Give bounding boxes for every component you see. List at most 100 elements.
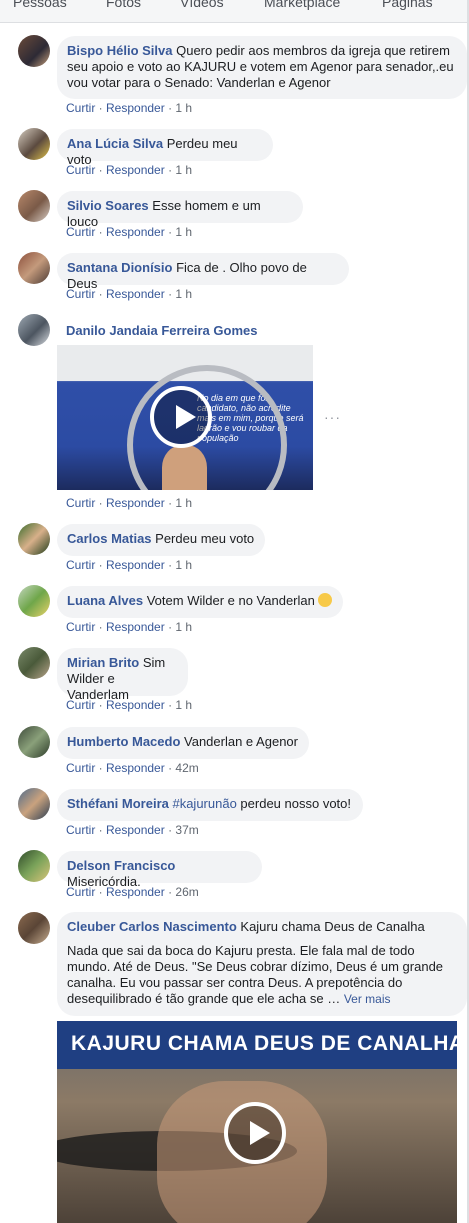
comment-bubble: Delson Francisco Misericórdia. [57,851,262,889]
separator: · [95,558,107,572]
comment-text: Quero pedir aos membros da igreja que re… [172,43,450,58]
like-link[interactable]: Curtir [66,620,95,634]
play-icon[interactable] [224,1102,286,1164]
comment-time[interactable]: 42m [175,761,198,775]
avatar[interactable] [18,128,50,160]
comment-author[interactable]: Luana Alves [67,593,143,608]
separator: · [164,620,176,634]
avatar[interactable] [18,726,50,758]
separator: · [95,496,107,510]
comment-bubble: Luana Alves Votem Wilder e no Vanderlan [57,586,343,618]
like-link[interactable]: Curtir [66,225,95,239]
avatar[interactable] [18,647,50,679]
reply-link[interactable]: Responder [106,761,165,775]
avatar[interactable] [18,788,50,820]
like-link[interactable]: Curtir [66,761,95,775]
like-link[interactable]: Curtir [66,287,95,301]
comment-author[interactable]: Delson Francisco [67,858,175,873]
avatar[interactable] [18,912,50,944]
comment-text: mundo. Até de Deus. "Se Deus cobrar dízi… [67,959,444,974]
avatar[interactable] [18,585,50,617]
see-more-link[interactable]: Ver mais [344,992,391,1006]
avatar[interactable] [18,850,50,882]
reply-link[interactable]: Responder [106,698,165,712]
comment-time[interactable]: 1 h [175,101,192,115]
reply-link[interactable]: Responder [106,101,165,115]
hashtag-link[interactable]: #kajurunão [169,796,236,811]
avatar[interactable] [18,252,50,284]
separator: · [95,885,107,899]
comment-text: Votem Wilder e no Vanderlan [143,593,319,608]
reply-link[interactable]: Responder [106,287,165,301]
more-options-icon[interactable]: ··· [324,409,341,425]
comment-text: Vanderlan e Agenor [180,734,298,749]
like-link[interactable]: Curtir [66,698,95,712]
reply-link[interactable]: Responder [106,163,165,177]
comment-bubble: Cleuber Carlos Nascimento Kajuru chama D… [57,912,467,1016]
reply-link[interactable]: Responder [106,823,165,837]
separator: · [164,496,176,510]
tab-paginas[interactable]: Páginas [382,0,433,10]
tab-videos[interactable]: Vídeos [180,0,224,10]
comment-text: desequilibrado é tão grande que ele acha… [67,991,344,1006]
play-icon[interactable] [150,386,212,448]
comment-author[interactable]: Ana Lúcia Silva [67,136,163,151]
tab-marketplace[interactable]: Marketplace [264,0,340,10]
comment-bubble: Bispo Hélio Silva Quero pedir aos membro… [57,36,467,99]
comment-text: vou votar para o Senado: Vanderlan e Age… [67,75,331,90]
reply-link[interactable]: Responder [106,558,165,572]
comment-author[interactable]: Silvio Soares [67,198,149,213]
comment-text: Sim [139,655,166,670]
reply-link[interactable]: Responder [106,496,165,510]
video-thumbnail[interactable]: KAJURU CHAMA DEUS DE CANALHA [57,1021,457,1223]
reply-link[interactable]: Responder [106,225,165,239]
separator: · [95,620,107,634]
like-link[interactable]: Curtir [66,163,95,177]
separator: · [95,698,107,712]
comment-author[interactable]: Carlos Matias [67,531,152,546]
comment-bubble: Carlos Matias Perdeu meu voto [57,524,265,556]
comment-author[interactable]: Humberto Macedo [67,734,180,749]
comment-text: Kajuru chama Deus de Canalha [236,919,425,934]
smile-emoji-icon [318,593,333,607]
comment-author[interactable]: Santana Dionísio [67,260,172,275]
avatar[interactable] [18,314,50,346]
comment-time[interactable]: 1 h [175,698,192,712]
separator: · [164,163,176,177]
comment-author[interactable]: Bispo Hélio Silva [67,43,172,58]
like-link[interactable]: Curtir [66,823,95,837]
like-link[interactable]: Curtir [66,558,95,572]
comment-author[interactable]: Danilo Jandaia Ferreira Gomes [66,323,257,338]
like-link[interactable]: Curtir [66,496,95,510]
avatar[interactable] [18,523,50,555]
like-link[interactable]: Curtir [66,885,95,899]
comment-time[interactable]: 1 h [175,163,192,177]
comment-time[interactable]: 1 h [175,225,192,239]
search-filter-tabs: Pessoas Fotos Vídeos Marketplace Páginas [0,0,469,23]
like-link[interactable]: Curtir [66,101,95,115]
comment-time[interactable]: 1 h [175,558,192,572]
comment-time[interactable]: 26m [175,885,198,899]
comment-actions: Curtir · Responder · 1 h [66,620,192,634]
comment-actions: Curtir · Responder · 26m [66,885,199,899]
comment-author[interactable]: Sthéfani Moreira [67,796,169,811]
separator: · [164,558,176,572]
comment-bubble: Sthéfani Moreira #kajurunão perdeu nosso… [57,789,363,821]
video-thumbnail[interactable]: No dia em que for candidato, não acredit… [57,345,313,490]
reply-link[interactable]: Responder [106,885,165,899]
comment-actions: Curtir · Responder · 1 h [66,163,192,177]
comment-author[interactable]: Cleuber Carlos Nascimento [67,919,237,934]
comment-text: Nada que sai da boca do Kajuru presta. E… [67,943,415,958]
reply-link[interactable]: Responder [106,620,165,634]
separator: · [164,287,176,301]
avatar[interactable] [18,190,50,222]
comment-time[interactable]: 37m [175,823,198,837]
comment-time[interactable]: 1 h [175,496,192,510]
tab-pessoas[interactable]: Pessoas [13,0,67,10]
comment-time[interactable]: 1 h [175,620,192,634]
comment-time[interactable]: 1 h [175,287,192,301]
avatar[interactable] [18,35,50,67]
separator: · [95,823,107,837]
tab-fotos[interactable]: Fotos [106,0,141,10]
comment-author[interactable]: Mirian Brito [67,655,139,670]
